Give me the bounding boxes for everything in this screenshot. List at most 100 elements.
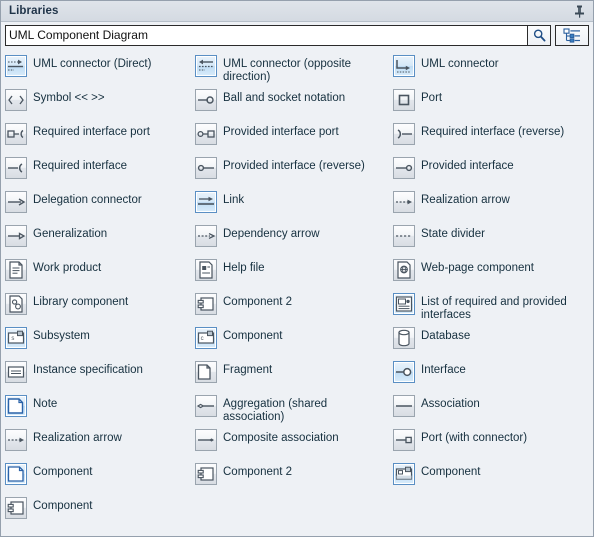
library-item[interactable]: Library component (1, 290, 191, 324)
component-2-icon[interactable] (195, 293, 217, 315)
port-icon[interactable] (393, 89, 415, 111)
library-item[interactable]: Web-page component (389, 256, 589, 290)
library-item-label: Library component (33, 296, 129, 308)
library-item-label: Required interface port (33, 126, 150, 138)
library-item-label: Generalization (33, 228, 108, 240)
database-icon[interactable] (393, 327, 415, 349)
association-icon[interactable] (393, 395, 415, 417)
library-item[interactable]: Required interface (1, 154, 191, 188)
library-item[interactable]: Component (1, 494, 191, 528)
library-item[interactable]: Link (191, 188, 389, 222)
state-divider-icon[interactable] (393, 225, 415, 247)
dependency-arrow-icon[interactable] (195, 225, 217, 247)
library-item-label: UML connector (opposite direction) (223, 58, 352, 83)
library-item[interactable]: Aggregation (shared association) (191, 392, 389, 426)
library-item[interactable]: State divider (389, 222, 589, 256)
port-with-connector-icon[interactable] (393, 429, 415, 451)
library-item[interactable]: Dependency arrow (191, 222, 389, 256)
library-item[interactable]: Required interface (reverse) (389, 120, 589, 154)
library-item[interactable]: Component 2 (191, 460, 389, 494)
generalization-icon[interactable] (5, 225, 27, 247)
library-item[interactable]: UML connector (opposite direction) (191, 52, 389, 86)
library-item-row: Component Component 2 Component (1, 460, 593, 494)
library-item[interactable]: Delegation connector (1, 188, 191, 222)
fragment-icon[interactable] (195, 361, 217, 383)
library-item-label: Web-page component (421, 262, 534, 274)
library-item[interactable]: Composite association (191, 426, 389, 460)
library-item-label: Required interface (33, 160, 127, 172)
aggregation-shared-icon[interactable] (195, 395, 217, 417)
library-item[interactable]: Realization arrow (389, 188, 589, 222)
required-interface-icon[interactable] (5, 157, 27, 179)
web-page-component-icon[interactable] (393, 259, 415, 281)
library-item[interactable]: Provided interface port (191, 120, 389, 154)
library-item[interactable]: Symbol << >> (1, 86, 191, 120)
library-item[interactable]: Association (389, 392, 589, 426)
panel-title: Libraries (9, 5, 59, 17)
provided-interface-icon[interactable] (393, 157, 415, 179)
library-item[interactable]: c Component (191, 324, 389, 358)
search-box[interactable] (5, 24, 551, 46)
library-item[interactable]: Work product (1, 256, 191, 290)
library-item[interactable]: Note (1, 392, 191, 426)
required-interface-reverse-icon[interactable] (393, 123, 415, 145)
library-component-icon[interactable] (5, 293, 27, 315)
interface-icon[interactable] (393, 361, 415, 383)
symbol-guillemets-icon[interactable] (5, 89, 27, 111)
work-product-icon[interactable] (5, 259, 27, 281)
realization-arrow-icon[interactable] (5, 429, 27, 451)
subsystem-icon[interactable]: s (5, 327, 27, 349)
library-item[interactable]: Instance specification (1, 358, 191, 392)
library-item[interactable]: Required interface port (1, 120, 191, 154)
library-item[interactable]: Fragment (191, 358, 389, 392)
component-box-icon[interactable] (5, 463, 27, 485)
library-item-label: Realization arrow (33, 432, 122, 444)
library-item[interactable]: s Subsystem (1, 324, 191, 358)
library-item[interactable]: List of required and provided interfaces (389, 290, 589, 324)
library-item[interactable]: Component (389, 460, 589, 494)
instance-specification-icon[interactable] (5, 361, 27, 383)
search-icon[interactable] (527, 25, 550, 45)
library-item-row: UML connector (Direct) UML connector (opp… (1, 52, 593, 86)
delegation-connector-icon[interactable] (5, 191, 27, 213)
library-item[interactable]: Interface (389, 358, 589, 392)
library-item[interactable]: Database (389, 324, 589, 358)
tree-view-icon[interactable] (555, 24, 589, 46)
library-item[interactable]: Provided interface (reverse) (191, 154, 389, 188)
provided-interface-reverse-icon[interactable] (195, 157, 217, 179)
library-item[interactable]: Generalization (1, 222, 191, 256)
realization-arrow-icon[interactable] (393, 191, 415, 213)
uml-connector-opposite-icon[interactable] (195, 55, 217, 77)
uml-connector-direct-icon[interactable] (5, 55, 27, 77)
library-item[interactable]: Port (389, 86, 589, 120)
pin-icon[interactable] (572, 4, 587, 19)
library-item[interactable]: UML connector (389, 52, 589, 86)
search-input[interactable] (6, 25, 527, 45)
link-icon[interactable] (195, 191, 217, 213)
library-item[interactable]: Realization arrow (1, 426, 191, 460)
note-icon[interactable] (5, 395, 27, 417)
library-item[interactable]: Component 2 (191, 290, 389, 324)
help-file-icon[interactable] (195, 259, 217, 281)
component-2-icon[interactable] (195, 463, 217, 485)
required-interface-port-icon[interactable] (5, 123, 27, 145)
library-item[interactable]: Port (with connector) (389, 426, 589, 460)
library-item[interactable]: UML connector (Direct) (1, 52, 191, 86)
library-item-label: Aggregation (shared association) (223, 398, 328, 423)
list-interfaces-icon[interactable] (393, 293, 415, 315)
library-item-row: Note Aggregation (shared association) Asso… (1, 392, 593, 426)
ball-and-socket-icon[interactable] (195, 89, 217, 111)
library-item[interactable]: Ball and socket notation (191, 86, 389, 120)
library-item[interactable]: Help file (191, 256, 389, 290)
composite-association-icon[interactable] (195, 429, 217, 451)
library-item[interactable]: Component (1, 460, 191, 494)
component-icon[interactable]: c (195, 327, 217, 349)
provided-interface-port-icon[interactable] (195, 123, 217, 145)
library-item-label: Note (33, 398, 58, 410)
component-filled-icon[interactable] (393, 463, 415, 485)
uml-connector-icon[interactable] (393, 55, 415, 77)
libraries-panel: Libraries UML Component Diagram UML conn… (0, 0, 594, 537)
library-item[interactable]: Provided interface (389, 154, 589, 188)
library-item-row: Library component Component 2 List of requ… (1, 290, 593, 324)
component-2-icon[interactable] (5, 497, 27, 519)
